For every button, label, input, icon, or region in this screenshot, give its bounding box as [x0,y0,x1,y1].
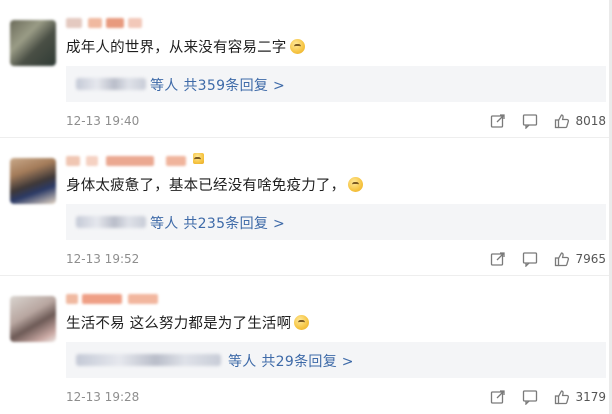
reply-usernames-blurred [76,354,221,366]
reply-preview[interactable]: 等人 共359条回复 > [66,66,606,102]
like-count: 3179 [575,390,606,404]
crying-emoji-icon [289,39,305,54]
thumbs-up-icon[interactable] [554,389,570,405]
comment-item: 身体太疲惫了，基本已经没有啥免疫力了， 等人 共235条回复 > 12-13 1… [0,138,612,276]
reply-summary[interactable]: 等人 共235条回复 > [150,213,285,233]
avatar[interactable] [10,20,56,66]
like-count: 8018 [575,114,606,128]
comment-text: 生活不易 这么努力都是为了生活啊 [66,312,310,333]
comment-actions: 8018 [474,112,606,130]
comment-text: 身体太疲惫了，基本已经没有啥免疫力了， [66,174,364,195]
comment-icon[interactable] [522,113,538,129]
reply-preview[interactable]: 等人 共29条回复 > [66,342,606,378]
crying-emoji-icon [348,177,364,192]
share-edit-icon[interactable] [490,389,506,405]
thumbs-up-icon[interactable] [554,113,570,129]
thumbs-up-icon[interactable] [554,251,570,267]
comment-time: 12-13 19:28 [66,390,140,404]
comment-actions: 7965 [474,250,606,268]
comment-item: 成年人的世界，从来没有容易二字 等人 共359条回复 > 12-13 19:40… [0,0,612,138]
comment-item: 生活不易 这么努力都是为了生活啊 等人 共29条回复 > 12-13 19:28… [0,276,612,414]
share-edit-icon[interactable] [490,251,506,267]
comment-actions: 3179 [474,388,606,406]
comment-icon[interactable] [522,389,538,405]
username-blurred[interactable] [66,16,206,30]
comment-time: 12-13 19:52 [66,252,140,266]
like-count: 7965 [575,252,606,266]
comment-time: 12-13 19:40 [66,114,140,128]
reply-usernames-blurred [76,78,146,90]
avatar[interactable] [10,158,56,204]
reply-summary[interactable]: 等人 共29条回复 > [228,351,354,371]
avatar[interactable] [10,296,56,342]
username-blurred[interactable] [66,152,206,168]
username-blurred[interactable] [66,292,206,306]
reply-usernames-blurred [76,216,146,228]
reply-preview[interactable]: 等人 共235条回复 > [66,204,606,240]
reply-summary[interactable]: 等人 共359条回复 > [150,75,285,95]
comment-list: 成年人的世界，从来没有容易二字 等人 共359条回复 > 12-13 19:40… [0,0,612,414]
smiley-emoji-icon [190,152,204,165]
share-edit-icon[interactable] [490,113,506,129]
comment-text: 成年人的世界，从来没有容易二字 [66,36,305,57]
worried-emoji-icon [294,315,310,330]
comment-icon[interactable] [522,251,538,267]
